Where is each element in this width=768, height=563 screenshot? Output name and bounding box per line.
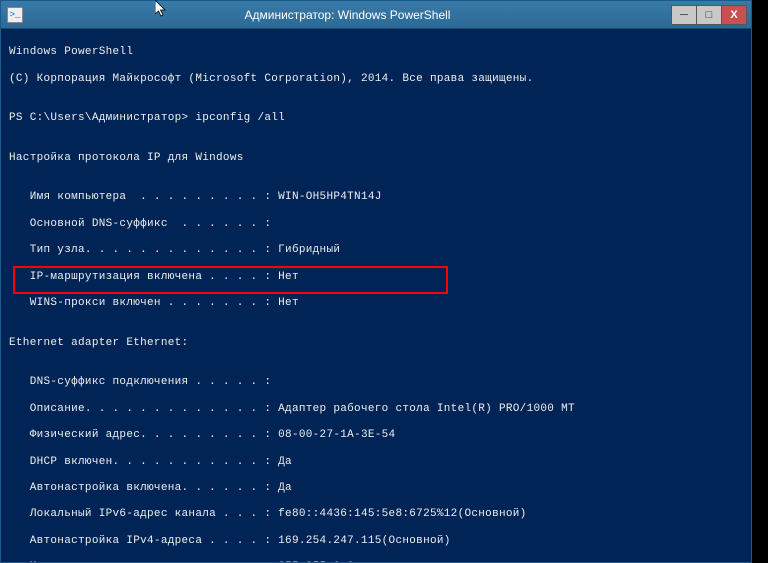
minimize-button[interactable]: ─ [671,5,697,25]
output-line: DNS-суффикс подключения . . . . . : [9,376,743,389]
terminal-output[interactable]: Windows PowerShell (С) Корпорация Майкро… [1,29,751,562]
output-line: Тип узла. . . . . . . . . . . . . : Гибр… [9,244,743,257]
output-line: Windows PowerShell [9,46,743,59]
output-line: PS C:\Users\Администратор> ipconfig /all [9,112,743,125]
window-title: Администратор: Windows PowerShell [23,8,672,22]
output-line: WINS-прокси включен . . . . . . . : Нет [9,297,743,310]
output-line: IP-маршрутизация включена . . . . : Нет [9,271,743,284]
output-line: Основной DNS-суффикс . . . . . . : [9,218,743,231]
highlighted-line-ipv6: Локальный IPv6-адрес канала . . . : fe80… [9,508,743,521]
output-line: Имя компьютера . . . . . . . . . : WIN-O… [9,191,743,204]
output-line: Автонастройка включена. . . . . . : Да [9,482,743,495]
output-line: Ethernet adapter Ethernet: [9,337,743,350]
output-line: Описание. . . . . . . . . . . . . : Адап… [9,403,743,416]
maximize-button[interactable]: □ [696,5,722,25]
powershell-window: >_ Администратор: Windows PowerShell ─ □… [0,0,752,563]
titlebar[interactable]: >_ Администратор: Windows PowerShell ─ □… [1,1,751,29]
output-line: Маска подсети . . . . . . . . . . : 255.… [9,561,743,562]
close-button[interactable]: X [721,5,747,25]
app-icon: >_ [7,7,23,23]
output-line: Настройка протокола IP для Windows [9,152,743,165]
output-line: (С) Корпорация Майкрософт (Microsoft Cor… [9,73,743,86]
output-line: Физический адрес. . . . . . . . . : 08-0… [9,429,743,442]
output-line: DHCP включен. . . . . . . . . . . : Да [9,456,743,469]
window-buttons: ─ □ X [672,5,747,25]
highlighted-line-ipv4: Автонастройка IPv4-адреса . . . . : 169.… [9,535,743,548]
